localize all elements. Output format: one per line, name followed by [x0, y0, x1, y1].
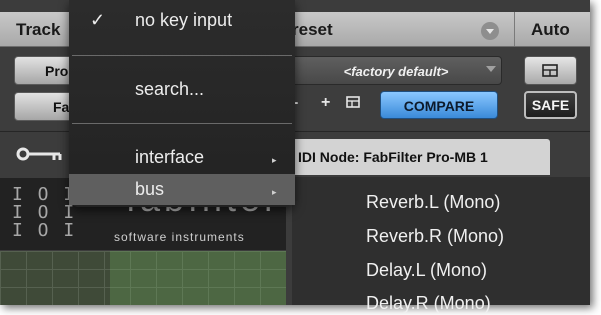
- fabfilter-dots-graphic: I O II O II O I: [12, 184, 77, 241]
- menu-separator: [72, 55, 292, 56]
- preset-menu-icon[interactable]: [481, 22, 499, 40]
- menu-separator: [72, 123, 292, 124]
- track-header: Track: [16, 20, 61, 39]
- menu-item-bus[interactable]: bus: [135, 179, 164, 200]
- checkmark-icon: ✓: [90, 10, 106, 30]
- fabfilter-subtitle: software instruments: [114, 230, 245, 244]
- submenu-item-reverb-l[interactable]: Reverb.L (Mono): [366, 192, 500, 213]
- menu-item-no-key-input[interactable]: no key input: [135, 10, 232, 31]
- key-icon[interactable]: [16, 146, 64, 162]
- midi-node-tab[interactable]: IDI Node: FabFilter Pro-MB 1: [291, 139, 550, 175]
- chevron-down-icon[interactable]: [486, 66, 496, 72]
- automation-button[interactable]: [524, 56, 577, 85]
- plugin-select-button[interactable]: Fa: [14, 92, 76, 121]
- compare-button[interactable]: COMPARE: [380, 91, 498, 119]
- chevron-right-icon: ▸: [272, 187, 277, 197]
- menu-item-bus-highlight[interactable]: [69, 174, 295, 205]
- screenshot-stage: Track reset Auto Pro Fa <factory default…: [0, 0, 601, 315]
- auto-header: Auto: [531, 20, 570, 39]
- spectrum-band-highlight: [110, 251, 286, 305]
- plugin-select-label: Fa: [53, 99, 70, 115]
- track-select-label: Pro: [45, 63, 69, 79]
- submenu-item-reverb-r[interactable]: Reverb.R (Mono): [366, 226, 504, 247]
- next-preset-button[interactable]: +: [321, 94, 330, 112]
- chevron-right-icon: ▸: [272, 155, 277, 165]
- menu-item-interface[interactable]: interface: [135, 147, 204, 168]
- safe-button[interactable]: SAFE: [524, 91, 577, 119]
- submenu-item-delay-r[interactable]: Delay.R (Mono): [366, 293, 491, 314]
- header-divider: [514, 12, 515, 46]
- copy-icon[interactable]: [346, 96, 360, 108]
- menu-item-search[interactable]: search...: [135, 79, 204, 100]
- preset-selector[interactable]: <factory default>: [290, 56, 502, 85]
- submenu-item-delay-l[interactable]: Delay.L (Mono): [366, 260, 487, 281]
- automation-icon: [542, 64, 558, 77]
- preset-header: reset: [292, 20, 333, 39]
- track-select-button[interactable]: Pro: [14, 56, 76, 85]
